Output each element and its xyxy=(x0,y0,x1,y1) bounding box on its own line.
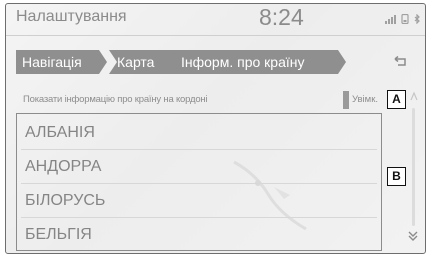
signal-icon xyxy=(385,14,396,24)
breadcrumb-country-info[interactable]: Інформ. про країну xyxy=(173,50,346,74)
status-bar-divider xyxy=(6,35,425,36)
list-item[interactable]: АЛБАНІЯ xyxy=(17,116,381,150)
country-list: АЛБАНІЯ АНДОРРА БІЛОРУСЬ БЕЛЬГІЯ xyxy=(16,113,382,251)
list-item[interactable]: БЕЛЬГІЯ xyxy=(17,218,381,252)
page-title: Налаштування xyxy=(16,8,127,25)
status-bar: Налаштування 8:24 xyxy=(6,4,425,36)
callout-label-a: A xyxy=(387,90,406,109)
back-button[interactable] xyxy=(385,50,415,74)
status-icons xyxy=(385,14,421,24)
breadcrumb-navigation[interactable]: Навігація xyxy=(16,50,107,74)
breadcrumb-label: Навігація xyxy=(22,54,82,70)
callout-label-b: B xyxy=(387,167,406,186)
scrollbar[interactable] xyxy=(412,108,415,226)
list-item[interactable]: БІЛОРУСЬ xyxy=(17,184,381,218)
breadcrumb-map[interactable]: Карта xyxy=(109,50,185,74)
scroll-up-indicator xyxy=(410,91,418,101)
bluetooth-icon xyxy=(414,14,420,24)
list-item[interactable]: АНДОРРА xyxy=(17,150,381,184)
toggle-indicator xyxy=(343,91,349,109)
country-info-toggle-row[interactable]: Показати інформацію про країну на кордон… xyxy=(16,90,386,110)
clock: 8:24 xyxy=(259,4,304,30)
toggle-state: Увімк. xyxy=(352,94,378,105)
double-chevron-down-icon[interactable] xyxy=(406,229,420,243)
breadcrumb-label: Карта xyxy=(117,54,155,70)
phone-icon xyxy=(401,14,409,24)
toggle-label: Показати інформацію про країну на кордон… xyxy=(23,94,208,105)
breadcrumb: Навігація Карта Інформ. про країну xyxy=(16,50,365,74)
return-arrow-icon xyxy=(394,56,406,66)
breadcrumb-label: Інформ. про країну xyxy=(181,54,305,70)
settings-screen: Налаштування 8:24 Навігація Карта Інформ… xyxy=(5,3,426,254)
